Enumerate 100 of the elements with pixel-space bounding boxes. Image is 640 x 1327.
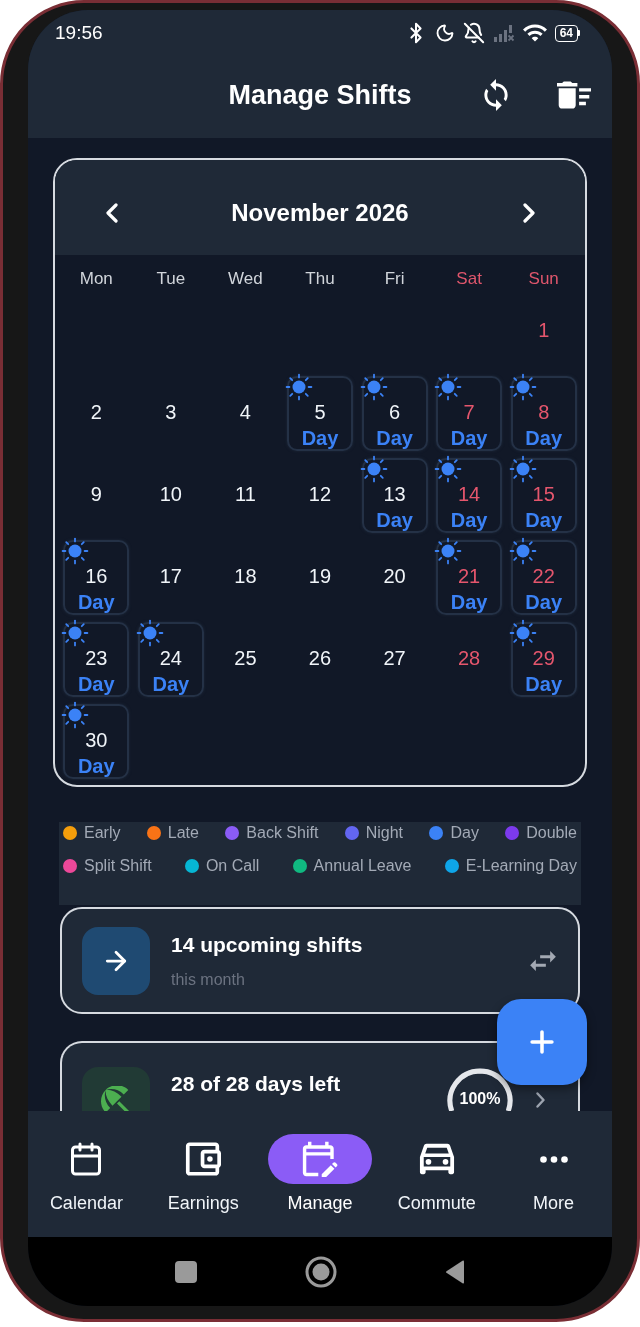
status-time: 19:56 (55, 20, 103, 45)
nav-item[interactable]: Earnings (144, 1134, 262, 1215)
day-number[interactable]: 17 (159, 564, 182, 588)
chevron-right-icon[interactable] (536, 1092, 545, 1108)
shift-label: Day (450, 590, 488, 614)
shift-label: Day (450, 426, 488, 450)
shift-cell[interactable]: 16 Day (63, 540, 130, 615)
shift-cell[interactable]: 22 Day (510, 540, 577, 615)
day-number[interactable]: 9 (90, 482, 102, 506)
day-number: 13 (383, 482, 406, 506)
day-number[interactable]: 3 (165, 400, 177, 424)
day-number[interactable]: 28 (458, 646, 481, 670)
day-number: 24 (159, 646, 182, 670)
legend-label: Day (450, 823, 479, 843)
shift-cell[interactable]: 8 Day (510, 376, 577, 451)
shift-cell[interactable]: 6 Day (361, 376, 428, 451)
day-number[interactable]: 25 (234, 646, 257, 670)
add-shift-button[interactable] (497, 999, 587, 1085)
chevron-right-icon (522, 203, 536, 223)
nav-item[interactable]: Manage (261, 1134, 379, 1215)
wallet-icon (185, 1141, 222, 1177)
day-number[interactable]: 27 (383, 646, 406, 670)
day-number: 23 (85, 646, 108, 670)
day-number: 22 (532, 564, 555, 588)
weekday-label: Thu (305, 269, 335, 289)
day-number: 15 (532, 482, 555, 506)
nav-item[interactable]: Commute (378, 1134, 496, 1215)
shift-label: Day (77, 590, 115, 614)
day-number: 14 (458, 482, 481, 506)
nav-item[interactable]: More (495, 1134, 612, 1215)
shift-cell[interactable]: 7 Day (436, 376, 503, 451)
sun-icon (135, 619, 164, 647)
shift-label: Day (152, 672, 190, 696)
shift-cell[interactable]: 14 Day (436, 458, 503, 533)
shift-label: Day (77, 754, 115, 778)
weekday-label: Mon (79, 269, 113, 289)
shift-label: Day (376, 426, 413, 450)
legend-label: Annual Leave (313, 856, 412, 876)
shift-label: Day (301, 426, 339, 450)
day-number[interactable]: 12 (308, 482, 332, 506)
sun-icon (61, 619, 90, 647)
day-number: 29 (532, 646, 555, 670)
shift-label: Day (525, 672, 563, 696)
legend-label: On Call (205, 856, 260, 876)
sun-icon (61, 537, 90, 565)
nav-item[interactable]: Calendar (28, 1134, 145, 1215)
sun-icon (434, 455, 463, 483)
day-number: 6 (389, 400, 401, 424)
day-number[interactable]: 20 (383, 564, 406, 588)
shift-cell[interactable]: 5 Day (287, 376, 353, 451)
shift-label: Day (525, 508, 563, 532)
day-number: 5 (314, 400, 326, 424)
shift-label: Day (77, 672, 115, 696)
trash-icon[interactable] (557, 81, 591, 109)
swap-icon[interactable] (530, 950, 556, 971)
screen-title: Manage Shifts (228, 78, 412, 112)
day-number[interactable]: 10 (159, 482, 182, 506)
car-icon (418, 1141, 455, 1177)
shift-cell[interactable]: 29 Day (510, 622, 577, 697)
sun-icon (434, 537, 463, 565)
card-title: 28 of 28 days left (171, 1072, 341, 1095)
sun-icon (434, 373, 463, 401)
recents-icon[interactable] (175, 1260, 197, 1283)
chevron-left-icon (104, 203, 118, 223)
legend-label: Back Shift (246, 823, 319, 843)
card-title: 14 upcoming shifts (171, 931, 364, 958)
day-number: 30 (85, 728, 108, 752)
shift-label: Day (450, 508, 488, 532)
sun-icon (508, 537, 537, 565)
shift-label: Day (525, 590, 563, 614)
shift-label: Day (525, 426, 563, 450)
leave-balance-card[interactable]: 28 of 28 days left 100% (60, 1041, 580, 1111)
legend-label: Late (167, 823, 199, 843)
weekday-label: Tue (156, 269, 186, 289)
sun-icon (508, 373, 537, 401)
day-number[interactable]: 19 (308, 564, 332, 588)
shift-cell[interactable]: 13 Day (361, 458, 428, 533)
shift-cell[interactable]: 23 Day (63, 622, 130, 697)
sun-icon (61, 701, 90, 729)
shift-cell[interactable]: 24 Day (137, 622, 204, 697)
day-number[interactable]: 2 (90, 400, 102, 424)
shift-cell[interactable]: 30 Day (63, 704, 130, 779)
shift-cell[interactable]: 21 Day (436, 540, 503, 615)
shift-cell[interactable]: 15 Day (510, 458, 577, 533)
day-number[interactable]: 26 (308, 646, 332, 670)
upcoming-shifts-card[interactable]: 14 upcoming shifts this month (60, 907, 580, 1014)
day-number: 16 (85, 564, 108, 588)
day-number[interactable]: 18 (234, 564, 257, 588)
weekday-label: Sat (456, 269, 482, 289)
day-number[interactable]: 4 (239, 400, 251, 424)
moon-icon (434, 23, 455, 43)
ring-label: 100% (458, 1089, 502, 1109)
home-icon[interactable] (305, 1255, 337, 1288)
calendar-edit-icon (302, 1141, 338, 1177)
day-number: 21 (458, 564, 481, 588)
battery-indicator: 64 (554, 24, 580, 42)
card-subtitle: this month (171, 969, 246, 990)
back-icon[interactable] (445, 1259, 465, 1284)
day-number[interactable]: 11 (235, 482, 256, 506)
day-number[interactable]: 1 (538, 318, 550, 342)
